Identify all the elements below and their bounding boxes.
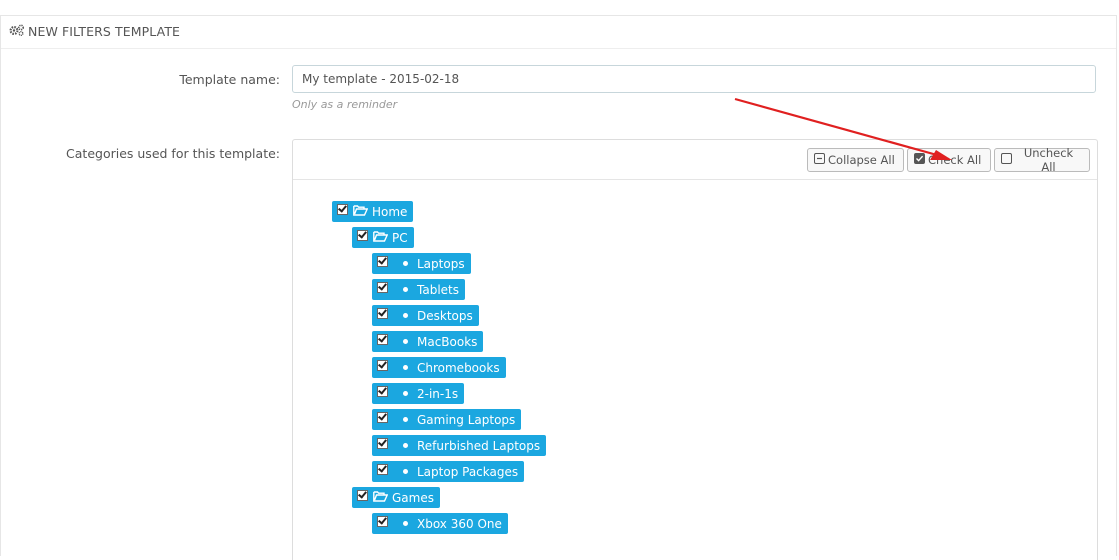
tree-node-label: Xbox 360 One — [417, 516, 502, 531]
tree-node-checkbox[interactable] — [377, 515, 388, 527]
categories-label: Categories used for this template: — [66, 146, 280, 161]
tree-node-checkbox[interactable] — [377, 411, 388, 423]
folder-open-icon — [373, 490, 389, 505]
bullet-icon — [403, 391, 408, 396]
tree-node-checkbox[interactable] — [377, 307, 388, 319]
tree-node[interactable]: Laptop Packages — [372, 461, 525, 482]
tree-node-label: Laptop Packages — [417, 464, 519, 479]
bullet-icon — [403, 417, 408, 422]
tree-node[interactable]: Xbox 360 One — [372, 513, 508, 534]
folder-open-icon — [353, 204, 369, 219]
bullet-icon — [403, 469, 408, 474]
check-all-button[interactable]: Check All — [907, 148, 991, 172]
tree-node[interactable]: Laptops — [372, 253, 471, 274]
collapse-all-button[interactable]: Collapse All — [807, 148, 904, 172]
tree-node-checkbox[interactable] — [377, 463, 388, 475]
tree-node-label: Desktops — [417, 308, 473, 323]
tree-node-label: Refurbished Laptops — [417, 438, 541, 453]
uncheck-all-label: Uncheck All — [1023, 146, 1074, 174]
tree-node-checkbox[interactable] — [377, 385, 388, 397]
tree-node-label: Games — [392, 490, 434, 505]
tree-node[interactable]: Games — [352, 487, 440, 508]
empty-square-icon — [1001, 153, 1012, 167]
cogs-icon — [9, 16, 25, 48]
tree-node-label: Laptops — [417, 256, 465, 271]
tree-node[interactable]: Home — [332, 201, 414, 222]
bullet-icon — [403, 313, 408, 318]
panel-heading: NEW FILTERS TEMPLATE — [1, 16, 1116, 49]
folder-open-icon — [373, 230, 389, 245]
bullet-icon — [403, 521, 408, 526]
tree-node[interactable]: Gaming Laptops — [372, 409, 522, 430]
tree-node[interactable]: Refurbished Laptops — [372, 435, 547, 456]
tree-node-label: PC — [392, 230, 408, 245]
panel-title: NEW FILTERS TEMPLATE — [28, 24, 181, 39]
tree-node[interactable]: 2-in-1s — [372, 383, 465, 404]
tree-node-checkbox[interactable] — [377, 359, 388, 371]
tree-node-label: Tablets — [417, 282, 459, 297]
tree-node[interactable]: Chromebooks — [372, 357, 506, 378]
minus-square-icon — [814, 153, 825, 167]
tree-node-label: Gaming Laptops — [417, 412, 516, 427]
tree-node-checkbox[interactable] — [377, 437, 388, 449]
uncheck-all-button[interactable]: Uncheck All — [994, 146, 1090, 174]
bullet-icon — [403, 443, 408, 448]
template-name-help: Only as a reminder — [292, 98, 398, 111]
tree-node-label: 2-in-1s — [417, 386, 459, 401]
tree-node-checkbox[interactable] — [377, 281, 388, 293]
tree-node-checkbox[interactable] — [357, 489, 368, 501]
template-name-label: Template name: — [179, 72, 280, 87]
filters-template-panel: NEW FILTERS TEMPLATE Template name: Only… — [0, 15, 1117, 560]
bullet-icon — [403, 365, 408, 370]
bullet-icon — [403, 339, 408, 344]
template-name-input[interactable] — [292, 65, 1096, 93]
collapse-all-label: Collapse All — [828, 153, 895, 167]
tree-node[interactable]: Tablets — [372, 279, 465, 300]
tree-node[interactable]: MacBooks — [372, 331, 484, 352]
tree-node-checkbox[interactable] — [357, 229, 368, 241]
tree-toolbar: Collapse All Check All Uncheck All — [293, 140, 1097, 180]
tree-node-checkbox[interactable] — [337, 203, 348, 215]
check-square-icon — [914, 153, 925, 167]
bullet-icon — [403, 287, 408, 292]
check-all-label: Check All — [928, 153, 982, 167]
tree-node-label: Chromebooks — [417, 360, 500, 375]
tree-node-label: Home — [372, 204, 408, 219]
tree-node[interactable]: PC — [352, 227, 414, 248]
tree-node-label: MacBooks — [417, 334, 478, 349]
tree-node[interactable]: Desktops — [372, 305, 479, 326]
tree-node-checkbox[interactable] — [377, 255, 388, 267]
bullet-icon — [403, 261, 408, 266]
tree-node-checkbox[interactable] — [377, 333, 388, 345]
